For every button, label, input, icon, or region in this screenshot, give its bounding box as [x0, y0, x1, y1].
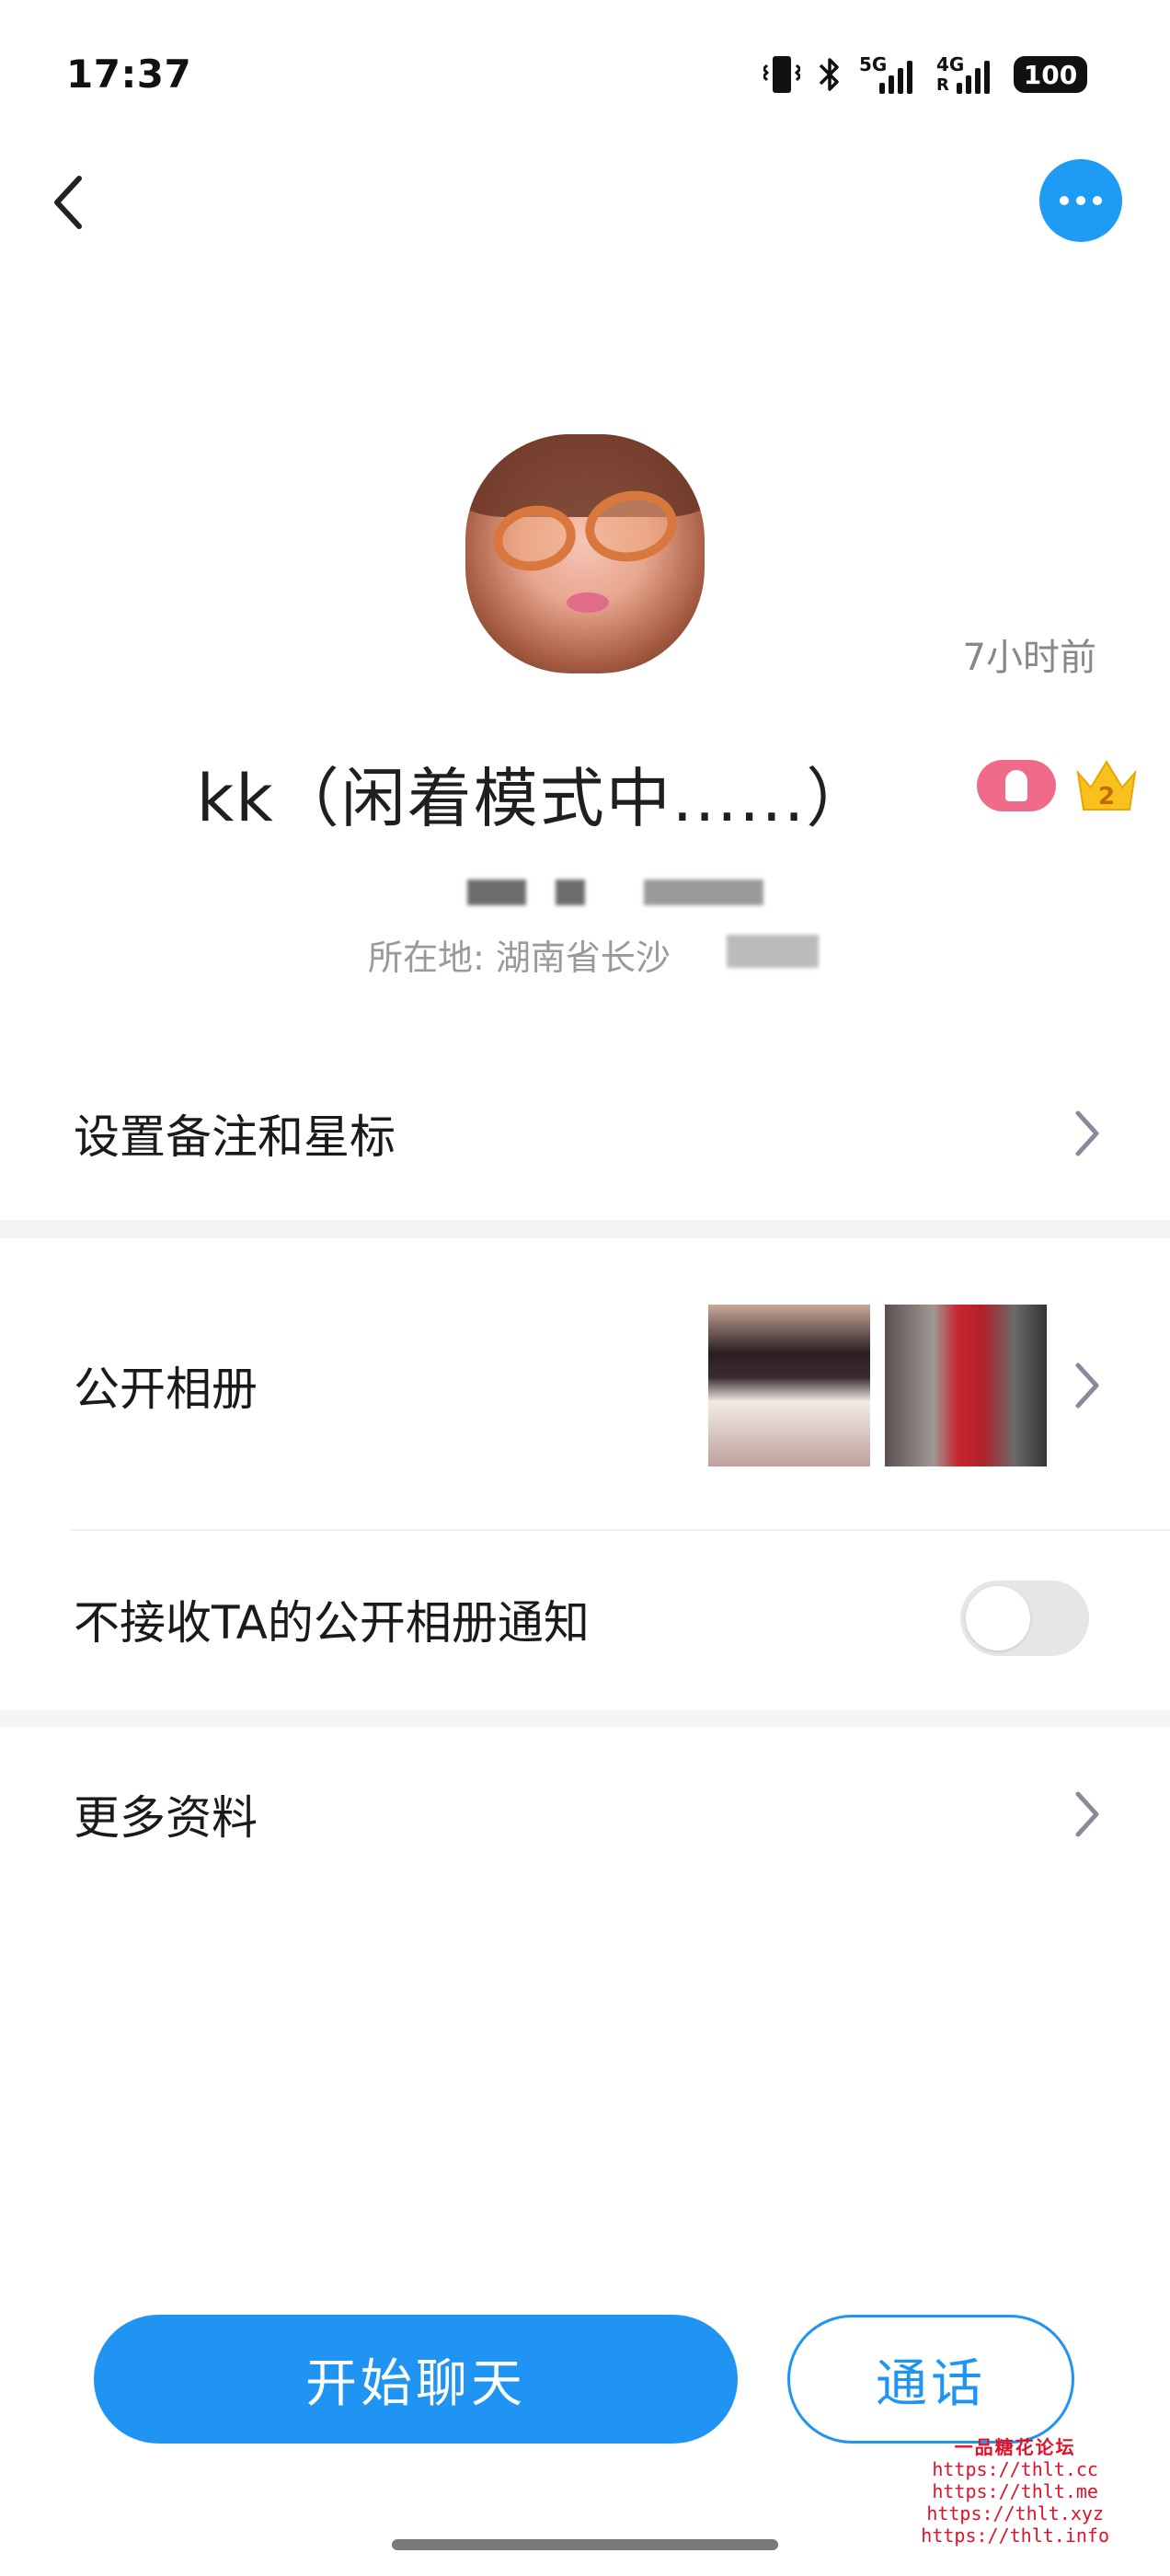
- row-album-notify-label: 不接收TA的公开相册通知: [74, 1596, 590, 1650]
- watermark-url: https://thlt.xyz: [926, 2502, 1104, 2524]
- album-notify-toggle[interactable]: [960, 1581, 1089, 1656]
- watermark-url: https://thlt.cc: [932, 2458, 1098, 2480]
- chevron-left-icon: [54, 176, 82, 229]
- home-indicator[interactable]: [392, 2539, 778, 2550]
- album-thumbnail[interactable]: [885, 1305, 1047, 1466]
- nickname-text: kk（闲着模式中......）: [196, 761, 873, 836]
- crown-level: 2: [1098, 783, 1115, 811]
- crown-level-icon[interactable]: 2: [1074, 756, 1139, 813]
- status-icons: 5G 4G R 100: [763, 53, 1087, 96]
- signal-5g-icon: 5G: [859, 53, 920, 96]
- blurred-info: [467, 880, 526, 905]
- location: 所在地: 湖南省长沙: [368, 937, 671, 978]
- battery-icon: 100: [1014, 56, 1087, 93]
- signal-4g-icon: 4G R: [936, 53, 997, 96]
- album-thumbnail[interactable]: [708, 1305, 870, 1466]
- call-button[interactable]: 通话: [787, 2315, 1074, 2444]
- back-button[interactable]: [40, 166, 96, 239]
- watermark: 一品糖花论坛 https://thlt.cc https://thlt.me h…: [921, 2436, 1109, 2547]
- last-active-time: 7小时前: [962, 637, 1096, 679]
- chevron-right-icon: [1075, 1110, 1099, 1156]
- user-badge-icon[interactable]: [977, 760, 1056, 811]
- start-chat-button[interactable]: 开始聊天: [94, 2315, 738, 2444]
- blurred-info: [727, 935, 819, 968]
- vibrate-icon: [763, 56, 800, 93]
- watermark-url: https://thlt.info: [921, 2524, 1109, 2547]
- row-more-info[interactable]: 更多资料: [0, 1757, 1170, 1871]
- bluetooth-icon: [819, 58, 839, 91]
- watermark-title: 一品糖花论坛: [954, 2436, 1076, 2458]
- chevron-right-icon: [1075, 1363, 1099, 1409]
- watermark-url: https://thlt.me: [932, 2480, 1098, 2502]
- section-divider: [0, 1220, 1170, 1238]
- row-remark-star[interactable]: 设置备注和星标: [0, 1076, 1170, 1190]
- row-album-label: 公开相册: [74, 1363, 258, 1416]
- status-time: 17:37: [66, 52, 192, 97]
- row-more-info-label: 更多资料: [74, 1791, 258, 1845]
- more-button[interactable]: [1039, 159, 1122, 242]
- chevron-right-icon: [1075, 1791, 1099, 1837]
- section-divider: [0, 1709, 1170, 1728]
- avatar[interactable]: [465, 434, 705, 673]
- blurred-info: [556, 880, 585, 905]
- blurred-info: [644, 880, 763, 905]
- row-remark-label: 设置备注和星标: [74, 1110, 396, 1164]
- row-divider: [70, 1529, 1170, 1531]
- roaming-label: R: [936, 75, 949, 95]
- more-dots-icon: [1060, 196, 1069, 205]
